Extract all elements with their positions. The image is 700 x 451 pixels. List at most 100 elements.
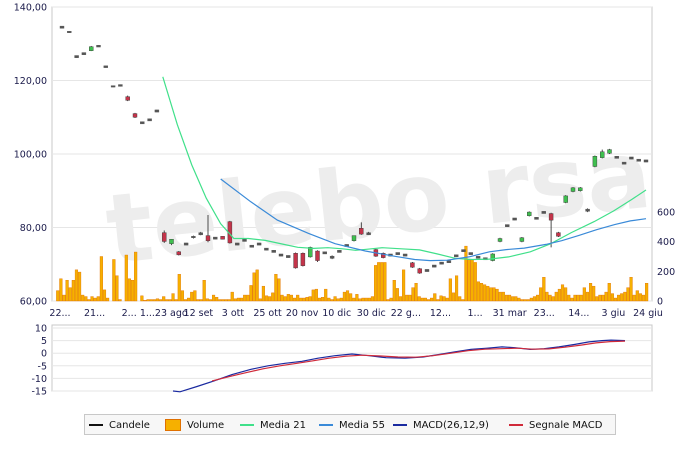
legend-item[interactable]: Volume [165,418,224,432]
candle [439,261,444,265]
volume-bar [635,290,639,302]
volume-bar [483,284,487,302]
candle-body [468,252,473,255]
price-tick-label: 80,00 [20,223,47,234]
volume-bar [258,298,262,302]
volume-bar [130,280,135,302]
candle-body [147,118,152,122]
volume-bar [520,299,524,302]
volume-bar [240,297,244,302]
legend-label: Media 55 [339,419,385,431]
volume-bar [402,269,406,302]
volume-bar [604,291,608,302]
legend-item[interactable]: Segnale MACD [509,418,602,432]
candle-body [67,31,72,33]
volume-bar [274,274,278,302]
volume-bar [623,291,627,302]
volume-bar [187,297,191,302]
candle-body [161,232,167,242]
macd-tick-label: 5 [41,336,47,347]
volume-bar [374,265,378,302]
candle [468,252,473,255]
candle-body [505,224,510,227]
volume-bar [202,280,206,302]
date-tick-label: 1...23 ago [140,308,188,319]
legend-swatch [393,424,407,426]
chart-canvas: telebo rsa 140,00120,00100,0080,0060,00 … [14,3,675,398]
candle [454,254,459,258]
date-tick-label: 1... [468,308,483,319]
candle-body [176,251,182,255]
date-tick-label: 30 dic [357,308,386,319]
volume-bar [277,278,281,302]
volume-bar [174,299,178,302]
volume-bar [532,296,537,302]
candle-body [110,85,116,88]
volume-bar [458,296,462,302]
volume-bar [193,290,197,302]
candle-body [88,46,94,51]
volume-bar [610,293,614,302]
volume-bar [358,298,362,302]
volume-bar [127,278,131,302]
volume-bar [118,299,122,302]
volume-bar [514,296,518,302]
volume-bar [302,297,306,302]
candle [614,156,619,159]
legend-item[interactable]: Media 21 [240,418,306,432]
candle [417,267,422,274]
legend-item[interactable]: Media 55 [319,418,385,432]
volume-bar [324,288,328,302]
candle [293,252,298,269]
legend-swatch [509,424,523,426]
volume-bar [517,297,521,302]
volume-bar [78,271,82,302]
macd-tick-label: 10 [35,324,47,335]
candle-body [278,253,284,257]
legend-swatch [89,424,103,426]
candle [183,242,189,246]
candle [271,250,276,253]
legend-item[interactable]: MACD(26,12,9) [393,418,489,432]
date-tick-label: 25 ott [253,308,282,319]
candle [556,231,561,238]
candle [519,237,525,243]
volume-bar [582,287,586,302]
price-tick-label: 100,00 [14,150,47,161]
volume-tick-label: 400 [657,237,675,248]
price-axis-ticks: 140,00 120,00 100,00 80,00 60,00 [14,3,47,308]
volume-bar [629,277,633,302]
date-tick-label: 2... [122,308,137,319]
volume-bar [230,291,234,302]
candle-body [424,269,430,272]
volume-bar [152,299,156,302]
candle [585,208,590,213]
volume-bar [327,297,331,302]
volume-bar [408,294,412,302]
volume-bar [286,294,290,302]
candle-body [446,260,452,263]
volume-bar [560,284,565,302]
candle-body [103,65,109,68]
candle [629,156,634,160]
volume-tick-label: 0 [657,297,663,308]
candle-body [118,84,123,87]
volume-bar [426,299,431,302]
chart-legend: Candele Volume Media 21 Media 55 MACD(26,12,… [84,414,616,435]
volume-bar [190,291,194,302]
volume-bar [423,297,427,302]
volume-bar [271,292,275,302]
candle [140,121,145,125]
volume-bar [548,294,552,302]
candle [256,242,262,246]
volume-bar [349,293,353,302]
volume-bar [467,259,471,302]
volume-bar [218,299,222,302]
candle-body [475,255,481,259]
volume-bar [442,296,446,302]
volume-bar [215,297,219,302]
legend-item[interactable]: Candele [89,418,150,432]
volume-bar [305,297,309,302]
date-tick-label: 22 g... [391,308,421,319]
volume-bar [579,294,583,302]
